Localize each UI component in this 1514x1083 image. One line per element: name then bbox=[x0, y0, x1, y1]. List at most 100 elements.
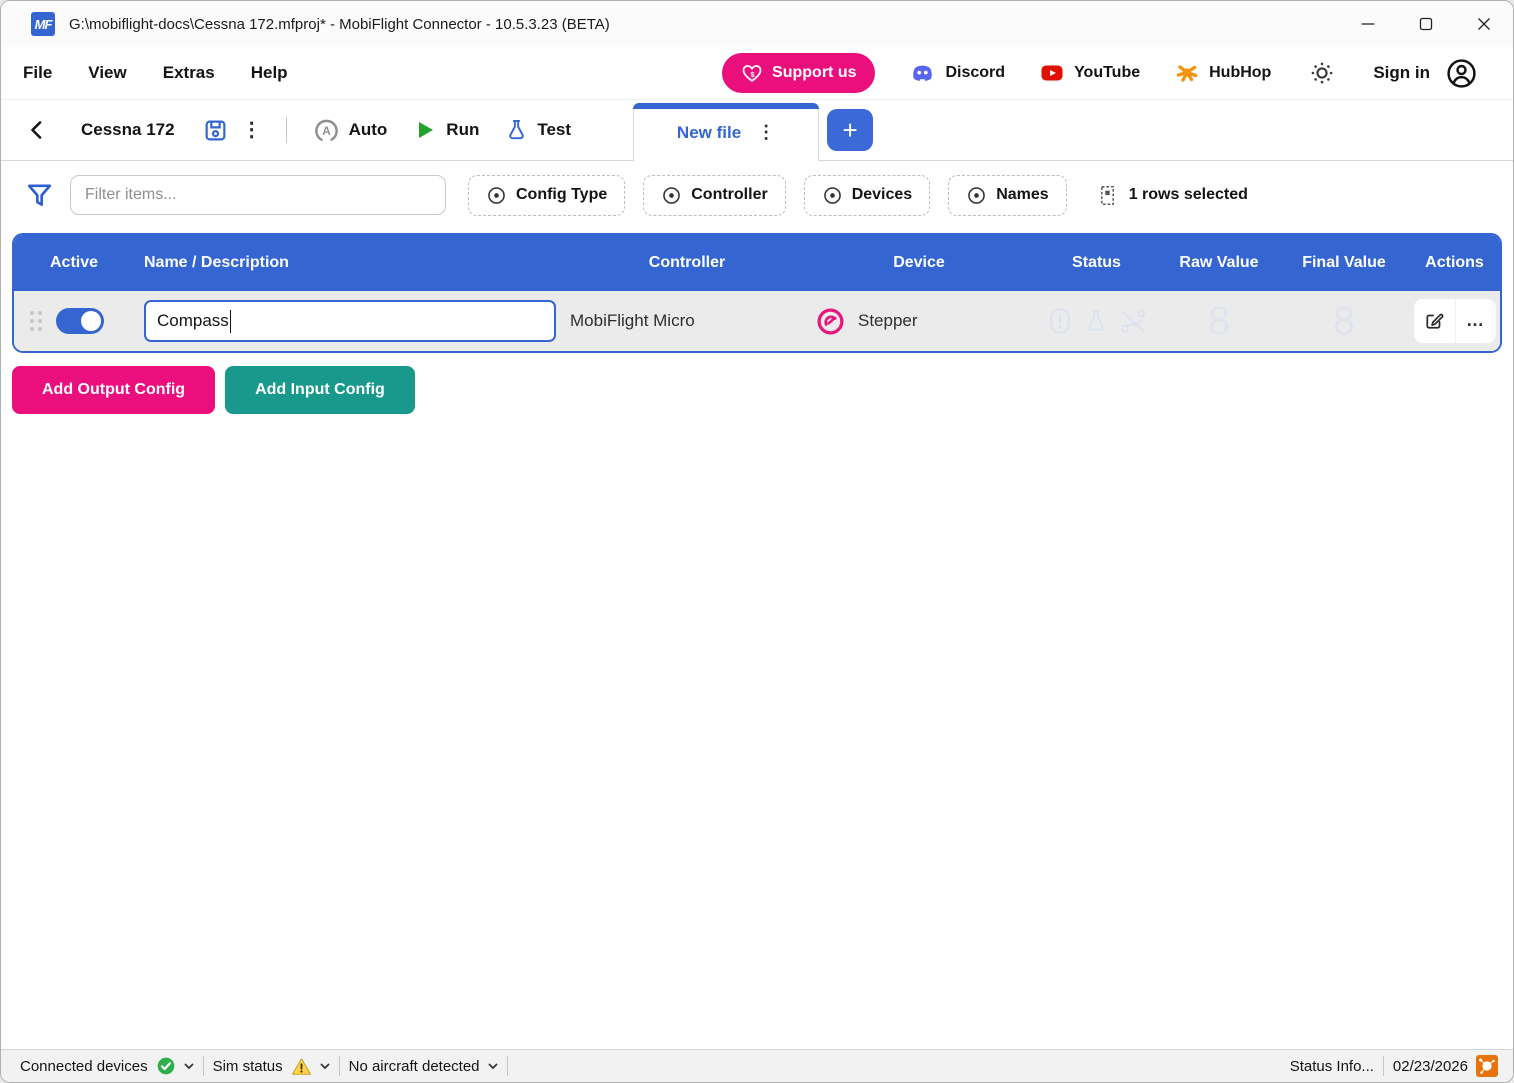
auto-run-toggle[interactable]: A Auto bbox=[313, 117, 388, 144]
sign-in-label: Sign in bbox=[1373, 63, 1430, 83]
tab-kebab-menu[interactable]: ⋮ bbox=[757, 122, 775, 143]
col-header-status: Status bbox=[1034, 254, 1159, 272]
minimize-button[interactable] bbox=[1339, 1, 1397, 47]
support-us-label: Support us bbox=[772, 64, 856, 82]
menubar: File View Extras Help $ Support us Disco… bbox=[1, 47, 1513, 100]
discord-icon bbox=[909, 61, 936, 85]
youtube-button[interactable]: YouTube bbox=[1039, 61, 1140, 85]
controller-value: MobiFlight Micro bbox=[570, 311, 695, 331]
filter-input[interactable] bbox=[70, 175, 446, 215]
app-window: MF G:\mobiflight-docs\Cessna 172.mfproj*… bbox=[0, 0, 1514, 1083]
sim-status-dropdown[interactable]: Sim status bbox=[204, 1050, 339, 1082]
run-button[interactable]: Run bbox=[413, 118, 479, 142]
filter-chip-names[interactable]: Names bbox=[948, 175, 1066, 216]
svg-text:A: A bbox=[322, 123, 331, 137]
project-name: Cessna 172 bbox=[81, 120, 175, 140]
chip-label: Config Type bbox=[516, 186, 607, 204]
statusbar-divider bbox=[507, 1056, 508, 1076]
active-toggle[interactable] bbox=[56, 308, 104, 334]
add-input-config-button[interactable]: Add Input Config bbox=[225, 366, 415, 414]
filter-chip-devices[interactable]: Devices bbox=[804, 175, 931, 216]
rows-selected-label: 1 rows selected bbox=[1129, 186, 1248, 204]
test-button[interactable]: Test bbox=[505, 118, 571, 142]
menu-extras[interactable]: Extras bbox=[163, 63, 215, 83]
chip-label: Names bbox=[996, 186, 1048, 204]
run-label: Run bbox=[446, 120, 479, 140]
stepper-gauge-icon bbox=[816, 307, 845, 336]
menubar-actions: $ Support us Discord YouTube bbox=[722, 53, 1477, 93]
device-value: Stepper bbox=[858, 311, 918, 331]
edit-row-button[interactable] bbox=[1414, 299, 1455, 343]
edit-pencil-icon bbox=[1423, 310, 1445, 332]
aircraft-dropdown[interactable]: No aircraft detected bbox=[340, 1050, 507, 1082]
tab-label: New file bbox=[677, 123, 741, 143]
menu-view[interactable]: View bbox=[88, 63, 126, 83]
rows-selected-indicator: 1 rows selected bbox=[1097, 184, 1248, 207]
drag-handle[interactable] bbox=[30, 311, 42, 331]
date-indicator: 02/23/2026 bbox=[1384, 1050, 1507, 1082]
status-info-button[interactable]: Status Info... bbox=[1281, 1050, 1383, 1082]
app-logo-icon: MF bbox=[31, 12, 55, 36]
col-header-actions: Actions bbox=[1409, 254, 1500, 272]
col-header-device: Device bbox=[804, 254, 1034, 272]
chevron-down-icon bbox=[488, 1063, 498, 1070]
final-value: 8 bbox=[1333, 301, 1355, 341]
empty-workspace bbox=[1, 414, 1513, 1049]
discord-label: Discord bbox=[945, 64, 1005, 82]
close-button[interactable] bbox=[1455, 1, 1513, 47]
project-kebab-menu[interactable]: ⋮ bbox=[232, 120, 272, 140]
add-config-actions: Add Output Config Add Input Config bbox=[12, 366, 1502, 414]
save-button[interactable] bbox=[199, 114, 232, 147]
filter-chip-config-type[interactable]: Config Type bbox=[468, 175, 625, 216]
back-button[interactable] bbox=[21, 114, 53, 146]
col-header-name: Name / Description bbox=[144, 254, 570, 272]
filter-bar: Config Type Controller Devices Names 1 r… bbox=[1, 161, 1513, 229]
connected-devices-dropdown[interactable]: Connected devices bbox=[11, 1050, 203, 1082]
hubhop-icon bbox=[1174, 61, 1200, 85]
hubhop-label: HubHop bbox=[1209, 64, 1271, 82]
raw-value: 8 bbox=[1208, 301, 1230, 341]
maximize-button[interactable] bbox=[1397, 1, 1455, 47]
name-input[interactable]: Compass bbox=[144, 300, 556, 342]
youtube-label: YouTube bbox=[1074, 64, 1140, 82]
row-actions: … bbox=[1414, 299, 1496, 343]
filter-chip-controller[interactable]: Controller bbox=[643, 175, 785, 216]
hubhop-button[interactable]: HubHop bbox=[1174, 61, 1271, 85]
test-flask-icon bbox=[505, 118, 528, 142]
chevron-down-icon bbox=[184, 1063, 194, 1070]
selection-icon bbox=[1097, 184, 1118, 207]
menu-file[interactable]: File bbox=[23, 63, 52, 83]
precondition-status-icon bbox=[1046, 306, 1074, 336]
add-output-config-button[interactable]: Add Output Config bbox=[12, 366, 215, 414]
window-controls bbox=[1339, 1, 1513, 47]
aircraft-label: No aircraft detected bbox=[349, 1058, 480, 1075]
toolbar-divider bbox=[286, 117, 287, 143]
main-menu: File View Extras Help bbox=[23, 63, 288, 83]
devices-ok-icon bbox=[156, 1056, 176, 1076]
circle-dot-icon bbox=[661, 185, 682, 206]
support-us-button[interactable]: $ Support us bbox=[722, 53, 875, 93]
source-disconnected-status-icon bbox=[1118, 306, 1148, 336]
sim-warning-icon bbox=[291, 1057, 312, 1076]
config-table: Active Name / Description Controller Dev… bbox=[12, 233, 1502, 353]
circle-dot-icon bbox=[966, 185, 987, 206]
row-more-button[interactable]: … bbox=[1455, 299, 1496, 343]
titlebar: MF G:\mobiflight-docs\Cessna 172.mfproj*… bbox=[1, 1, 1513, 47]
discord-button[interactable]: Discord bbox=[909, 61, 1005, 85]
sign-in-button[interactable]: Sign in bbox=[1373, 58, 1477, 89]
svg-text:$: $ bbox=[751, 70, 755, 79]
theme-toggle-button[interactable] bbox=[1305, 56, 1339, 90]
window-title: G:\mobiflight-docs\Cessna 172.mfproj* - … bbox=[69, 16, 610, 33]
status-bar: Connected devices Sim status No aircraft… bbox=[1, 1049, 1513, 1082]
tab-new-file[interactable]: New file ⋮ bbox=[633, 103, 819, 161]
auto-icon: A bbox=[313, 117, 340, 144]
save-icon bbox=[203, 118, 228, 143]
close-icon bbox=[1473, 13, 1495, 35]
simconnect-icon bbox=[1476, 1055, 1498, 1077]
table-row[interactable]: Compass MobiFlight Micro Stepper bbox=[14, 291, 1500, 351]
circle-dot-icon bbox=[822, 185, 843, 206]
table-header: Active Name / Description Controller Dev… bbox=[14, 235, 1500, 291]
menu-help[interactable]: Help bbox=[251, 63, 288, 83]
back-chevron-icon bbox=[25, 118, 49, 142]
add-tab-button[interactable]: + bbox=[827, 109, 873, 151]
